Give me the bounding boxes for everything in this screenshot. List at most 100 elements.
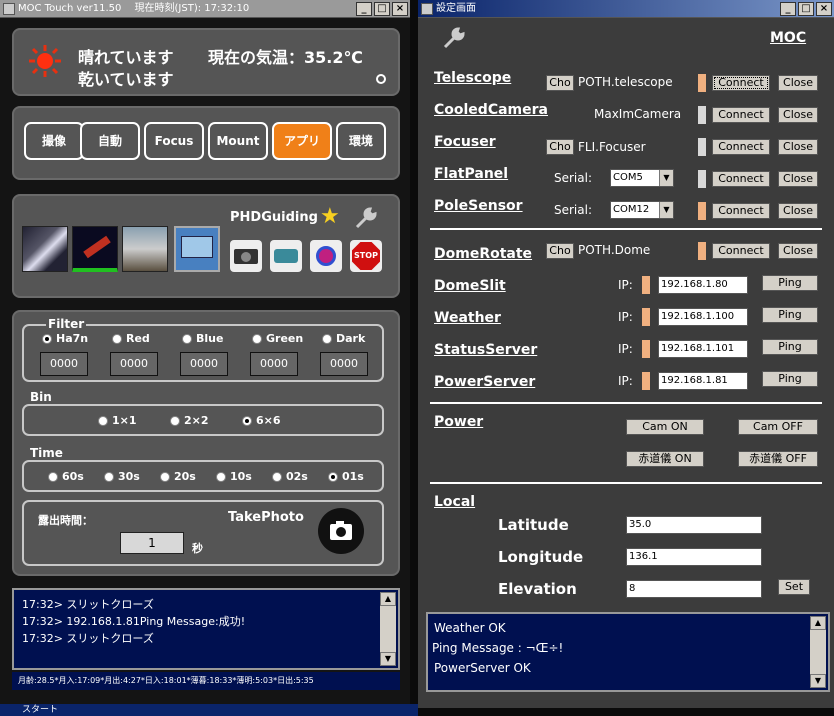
close-button[interactable]: × — [816, 2, 832, 16]
minimize-button[interactable]: _ — [780, 2, 796, 16]
stop-button[interactable]: STOP — [350, 240, 382, 272]
camera-app-icon[interactable] — [230, 240, 262, 272]
focuser-link[interactable]: Focuser — [434, 134, 496, 150]
auto-button[interactable]: 自動 — [80, 122, 140, 160]
environment-button[interactable]: 環境 — [336, 122, 386, 160]
power-link[interactable]: Power — [434, 414, 483, 430]
weather-link[interactable]: Weather — [434, 310, 501, 326]
elevation-field[interactable]: 8 — [626, 580, 762, 598]
focuser-close-button[interactable]: Close — [778, 139, 818, 155]
time-option-02s[interactable]: 02s — [272, 470, 308, 483]
close-button[interactable]: × — [392, 2, 408, 16]
powerserver-ping-button[interactable]: Ping — [762, 371, 818, 387]
log-scrollbar[interactable]: ▲ ▼ — [810, 616, 826, 688]
cam-off-button[interactable]: Cam OFF — [738, 419, 818, 435]
title-bar[interactable]: MOC Touch ver11.50 現在時刻(JST): 17:32:10 _… — [0, 0, 410, 18]
polesensor-close-button[interactable]: Close — [778, 203, 818, 219]
settings-title-bar[interactable]: 設定画面 _ □ × — [418, 0, 834, 18]
maximize-button[interactable]: □ — [798, 2, 814, 16]
dome-app-icon[interactable] — [122, 226, 168, 272]
time-option-20s[interactable]: 20s — [160, 470, 196, 483]
maximize-button[interactable]: □ — [374, 2, 390, 16]
cam-on-button[interactable]: Cam ON — [626, 419, 704, 435]
capture-button[interactable]: 撮像 — [24, 122, 84, 160]
filter-option-blue[interactable]: Blue — [182, 332, 223, 345]
filter-option-dark[interactable]: Dark — [322, 332, 365, 345]
flatpanel-close-button[interactable]: Close — [778, 171, 818, 187]
flatpanel-link[interactable]: FlatPanel — [434, 166, 508, 182]
minimize-button[interactable]: _ — [356, 2, 372, 16]
longitude-field[interactable]: 136.1 — [626, 548, 762, 566]
log-scrollbar[interactable]: ▲ ▼ — [380, 592, 396, 666]
time-option-60s[interactable]: 60s — [48, 470, 84, 483]
time-option-30s[interactable]: 30s — [104, 470, 140, 483]
stellarium-app-icon[interactable] — [310, 240, 342, 272]
flatpanel-port-select[interactable]: COM5 ▼ — [610, 169, 674, 187]
comet-app-icon[interactable] — [22, 226, 68, 272]
filter-count-red[interactable]: 0000 — [110, 352, 158, 376]
polesensor-indicator — [698, 202, 706, 220]
weather-ip-field[interactable]: 192.168.1.100 — [658, 308, 748, 326]
scroll-up-icon[interactable]: ▲ — [380, 592, 396, 606]
star-icon[interactable]: ★ — [320, 204, 340, 229]
powerserver-ip-field[interactable]: 192.168.1.81 — [658, 372, 748, 390]
taskbar-start[interactable]: スタート — [0, 704, 418, 716]
domeslit-ip-field[interactable]: 192.168.1.80 — [658, 276, 748, 294]
domerotate-link[interactable]: DomeRotate — [434, 246, 532, 262]
mount-button[interactable]: Mount — [208, 122, 268, 160]
mount-off-button[interactable]: 赤道儀 OFF — [738, 451, 818, 467]
bin-option-2x2[interactable]: 2×2 — [170, 414, 209, 427]
domerotate-connect-button[interactable]: Connect — [712, 243, 770, 259]
app-button[interactable]: アプリ — [272, 122, 332, 160]
moc-link[interactable]: MOC — [770, 30, 806, 46]
statusserver-link[interactable]: StatusServer — [434, 342, 537, 358]
telescope-connect-button[interactable]: Connect — [712, 75, 770, 91]
focus-button[interactable]: Focus — [144, 122, 204, 160]
telescope-choose-button[interactable]: Cho — [546, 75, 574, 91]
focuser-choose-button[interactable]: Cho — [546, 139, 574, 155]
weather-ping-button[interactable]: Ping — [762, 307, 818, 323]
focuser-connect-button[interactable]: Connect — [712, 139, 770, 155]
set-location-button[interactable]: Set — [778, 579, 810, 595]
telescope-app-icon[interactable] — [72, 226, 118, 272]
domeslit-link[interactable]: DomeSlit — [434, 278, 506, 294]
take-photo-button[interactable] — [318, 508, 364, 554]
filter-option-green[interactable]: Green — [252, 332, 303, 345]
filter-count-dark[interactable]: 0000 — [320, 352, 368, 376]
statusserver-ip-field[interactable]: 192.168.1.101 — [658, 340, 748, 358]
scroll-down-icon[interactable]: ▼ — [810, 674, 826, 688]
scroll-up-icon[interactable]: ▲ — [810, 616, 826, 630]
telescope-link[interactable]: Telescope — [434, 70, 511, 86]
polesensor-link[interactable]: PoleSensor — [434, 198, 523, 214]
filter-count-ha7n[interactable]: 0000 — [40, 352, 88, 376]
filter-count-blue[interactable]: 0000 — [180, 352, 228, 376]
camera-link[interactable]: CooledCamera — [434, 102, 548, 118]
scroll-down-icon[interactable]: ▼ — [380, 652, 396, 666]
local-link[interactable]: Local — [434, 494, 475, 510]
radio-icon — [48, 471, 58, 482]
latitude-field[interactable]: 35.0 — [626, 516, 762, 534]
powerserver-link[interactable]: PowerServer — [434, 374, 535, 390]
sync-app-icon[interactable] — [270, 240, 302, 272]
flatpanel-connect-button[interactable]: Connect — [712, 171, 770, 187]
time-option-10s[interactable]: 10s — [216, 470, 252, 483]
polesensor-port-select[interactable]: COM12 ▼ — [610, 201, 674, 219]
domerotate-close-button[interactable]: Close — [778, 243, 818, 259]
statusserver-ping-button[interactable]: Ping — [762, 339, 818, 355]
wrench-icon[interactable] — [354, 206, 378, 230]
mount-on-button[interactable]: 赤道儀 ON — [626, 451, 704, 467]
filter-count-green[interactable]: 0000 — [250, 352, 298, 376]
filter-option-ha7n[interactable]: Ha7n — [42, 332, 88, 345]
monitor-app-icon[interactable] — [174, 226, 220, 272]
bin-option-6x6[interactable]: 6×6 — [242, 414, 281, 427]
camera-connect-button[interactable]: Connect — [712, 107, 770, 123]
telescope-close-button[interactable]: Close — [778, 75, 818, 91]
exposure-input[interactable]: 1 — [120, 532, 184, 554]
bin-option-1x1[interactable]: 1×1 — [98, 414, 137, 427]
time-option-01s[interactable]: 01s — [328, 470, 364, 483]
camera-close-button[interactable]: Close — [778, 107, 818, 123]
domerotate-choose-button[interactable]: Cho — [546, 243, 574, 259]
polesensor-connect-button[interactable]: Connect — [712, 203, 770, 219]
domeslit-ping-button[interactable]: Ping — [762, 275, 818, 291]
filter-option-red[interactable]: Red — [112, 332, 150, 345]
